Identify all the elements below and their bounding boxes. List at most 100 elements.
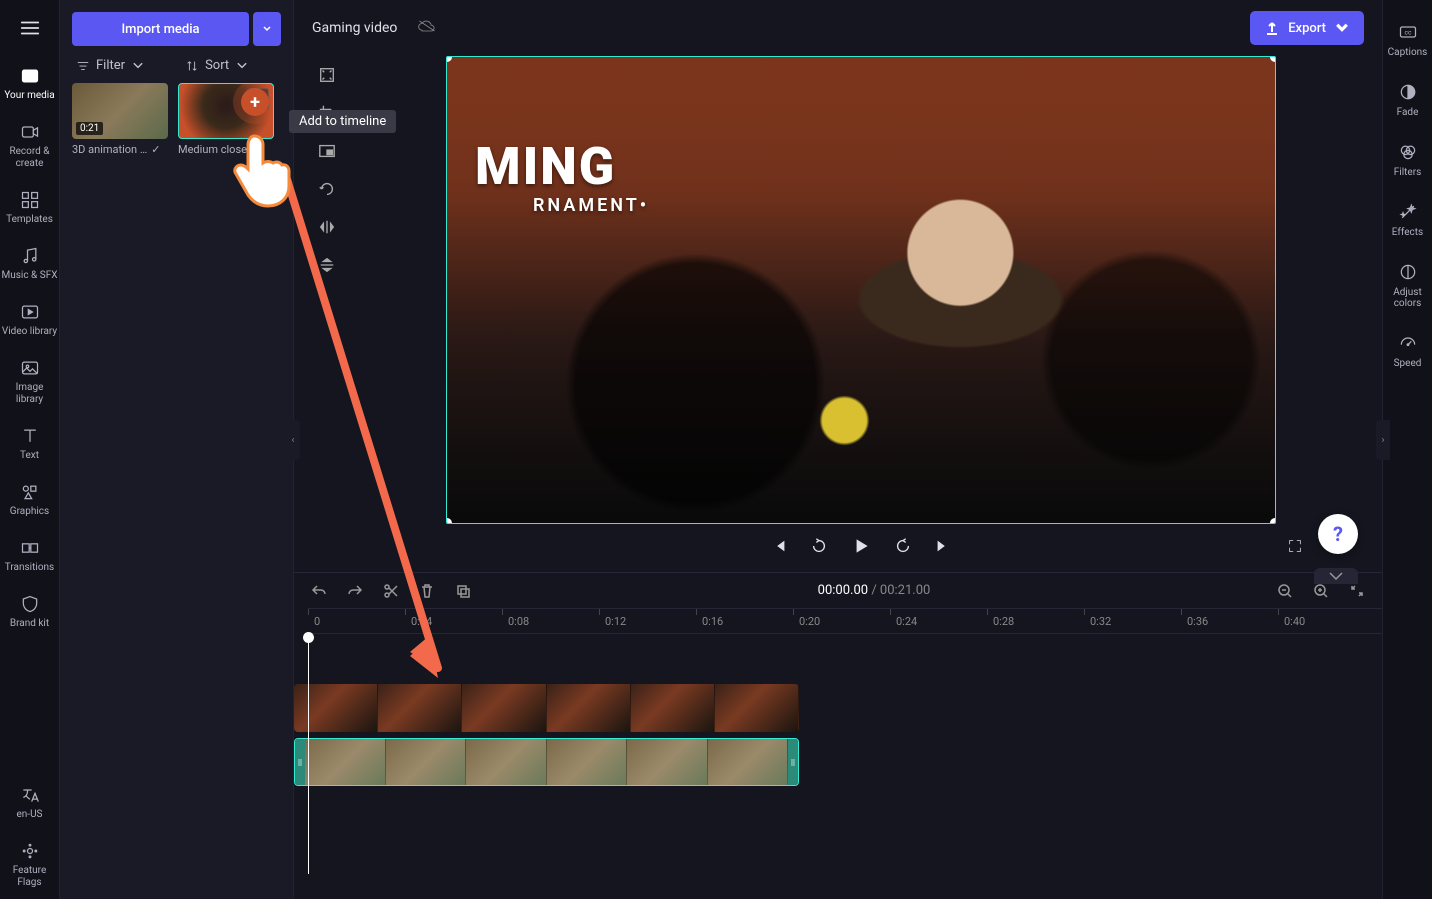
- right-item-fade[interactable]: Fade: [1383, 74, 1432, 130]
- export-button[interactable]: Export: [1250, 11, 1364, 45]
- ruler-tick: 0: [314, 615, 320, 628]
- sidebar-item-your-media[interactable]: Your media: [0, 56, 60, 112]
- time-display: 00:00.00 / 00:21.00: [488, 583, 1260, 598]
- right-item-label: Fade: [1397, 107, 1419, 118]
- ruler-tick: 0:04: [411, 615, 432, 628]
- resize-handle[interactable]: [1270, 56, 1276, 62]
- ruler-tick: 0:16: [702, 615, 723, 628]
- collapse-media-panel[interactable]: ‹: [286, 420, 300, 460]
- chevron-down-icon: [235, 59, 249, 73]
- ruler-tick: 0:36: [1187, 615, 1208, 628]
- main-area: Gaming video Export MING RNAMENT•: [294, 0, 1382, 899]
- sidebar-item-image-library[interactable]: Image library: [0, 348, 60, 416]
- duplicate-button[interactable]: [452, 580, 474, 602]
- right-item-label: Effects: [1392, 227, 1423, 238]
- split-button[interactable]: [380, 580, 402, 602]
- ruler-tick: 0:40: [1284, 615, 1305, 628]
- ruler-tick: 0:28: [993, 615, 1014, 628]
- preview-overlay-text: MING RNAMENT•: [475, 141, 649, 215]
- sidebar-item-record-create[interactable]: Record & create: [0, 112, 60, 180]
- help-button[interactable]: ?: [1318, 514, 1358, 554]
- clip-trim-handle-right[interactable]: ||: [788, 739, 798, 785]
- right-item-effects[interactable]: Effects: [1383, 194, 1432, 250]
- export-label: Export: [1288, 21, 1326, 36]
- sidebar-item-brand-kit[interactable]: Brand kit: [0, 584, 60, 640]
- menu-button[interactable]: [8, 8, 52, 48]
- skip-end-button[interactable]: [934, 537, 952, 559]
- sidebar-label: en-US: [16, 809, 42, 821]
- total-time: 00:21.00: [880, 583, 930, 598]
- sidebar-item-feature-flags[interactable]: Feature Flags: [0, 831, 60, 899]
- sidebar-item-transitions[interactable]: Transitions: [0, 528, 60, 584]
- flip-h-tool[interactable]: [314, 214, 340, 240]
- media-thumb[interactable]: 0:21 3D animation … ✓: [72, 83, 168, 156]
- sidebar-label: Music & SFX: [2, 270, 58, 282]
- sidebar-item-music-sfx[interactable]: Music & SFX: [0, 236, 60, 292]
- media-thumb-duration: 0:21: [76, 122, 103, 135]
- current-time: 00:00.00: [818, 583, 868, 598]
- sidebar-label: Transitions: [5, 562, 54, 574]
- clip-trim-handle-left[interactable]: ||: [295, 739, 305, 785]
- right-item-label: Speed: [1394, 358, 1422, 369]
- seek-forward-button[interactable]: [894, 537, 912, 559]
- filter-label: Filter: [96, 58, 125, 73]
- svg-text:cc: cc: [1404, 29, 1411, 37]
- undo-button[interactable]: [308, 580, 330, 602]
- import-media-dropdown[interactable]: [253, 12, 281, 46]
- fit-tool[interactable]: [314, 62, 340, 88]
- top-bar: Gaming video Export: [294, 0, 1382, 56]
- check-icon: ✓: [151, 143, 160, 156]
- right-item-filters[interactable]: Filters: [1383, 134, 1432, 190]
- media-thumb-image: 0:21: [72, 83, 168, 139]
- play-button[interactable]: [850, 535, 872, 561]
- right-item-captions[interactable]: cc Captions: [1383, 14, 1432, 70]
- collapse-right-panel[interactable]: ›: [1376, 420, 1390, 460]
- chevron-down-icon: [131, 59, 145, 73]
- sidebar-item-templates[interactable]: Templates: [0, 180, 60, 236]
- sidebar-item-locale[interactable]: en-US: [0, 775, 60, 831]
- timeline-clip-selected[interactable]: || ||: [294, 738, 799, 786]
- sidebar-item-text[interactable]: Text: [0, 416, 60, 472]
- project-title[interactable]: Gaming video: [312, 20, 397, 36]
- skip-start-button[interactable]: [770, 537, 788, 559]
- fullscreen-button[interactable]: [1286, 537, 1304, 559]
- sort-icon: [185, 59, 199, 73]
- redo-button[interactable]: [344, 580, 366, 602]
- sidebar-label: Brand kit: [10, 618, 49, 630]
- ruler-tick: 0:32: [1090, 615, 1111, 628]
- upload-icon: [1264, 20, 1280, 36]
- video-preview[interactable]: MING RNAMENT• 16:9: [446, 56, 1276, 524]
- right-item-label: Captions: [1388, 47, 1428, 58]
- annotation-tooltip: Add to timeline: [289, 110, 396, 133]
- sidebar-label: Feature Flags: [2, 865, 58, 889]
- playhead[interactable]: [308, 634, 309, 874]
- sort-label: Sort: [205, 58, 229, 73]
- timeline-clip[interactable]: [294, 684, 799, 732]
- ruler-tick: 0:24: [896, 615, 917, 628]
- import-media-button[interactable]: Import media: [72, 12, 249, 46]
- sidebar-item-video-library[interactable]: Video library: [0, 292, 60, 348]
- chevron-down-icon: [1334, 20, 1350, 36]
- collapse-preview-tab[interactable]: [1314, 568, 1358, 584]
- seek-back-button[interactable]: [810, 537, 828, 559]
- zoom-out-button[interactable]: [1274, 580, 1296, 602]
- preview-region: MING RNAMENT• 16:9 ?: [294, 56, 1382, 572]
- timeline-ruler[interactable]: 00:040:080:120:160:200:240:280:320:360:4…: [308, 608, 1382, 634]
- resize-handle[interactable]: [446, 56, 452, 62]
- right-item-adjust-colors[interactable]: Adjust colors: [1383, 254, 1432, 321]
- filter-button[interactable]: Filter: [76, 58, 145, 73]
- filter-icon: [76, 59, 90, 73]
- flip-v-tool[interactable]: [314, 252, 340, 278]
- preview-tools: [312, 56, 342, 572]
- timeline-tracks[interactable]: || ||: [294, 634, 1382, 834]
- sort-button[interactable]: Sort: [185, 58, 249, 73]
- rotate-tool[interactable]: [314, 176, 340, 202]
- pip-tool[interactable]: [314, 138, 340, 164]
- add-to-timeline-button[interactable]: +: [241, 88, 269, 116]
- sidebar-item-graphics[interactable]: Graphics: [0, 472, 60, 528]
- cloud-sync-icon[interactable]: [417, 18, 437, 38]
- sidebar-label: Video library: [2, 326, 57, 338]
- delete-clip-button[interactable]: [416, 580, 438, 602]
- right-item-speed[interactable]: Speed: [1383, 325, 1432, 381]
- sidebar-label: Graphics: [10, 506, 49, 518]
